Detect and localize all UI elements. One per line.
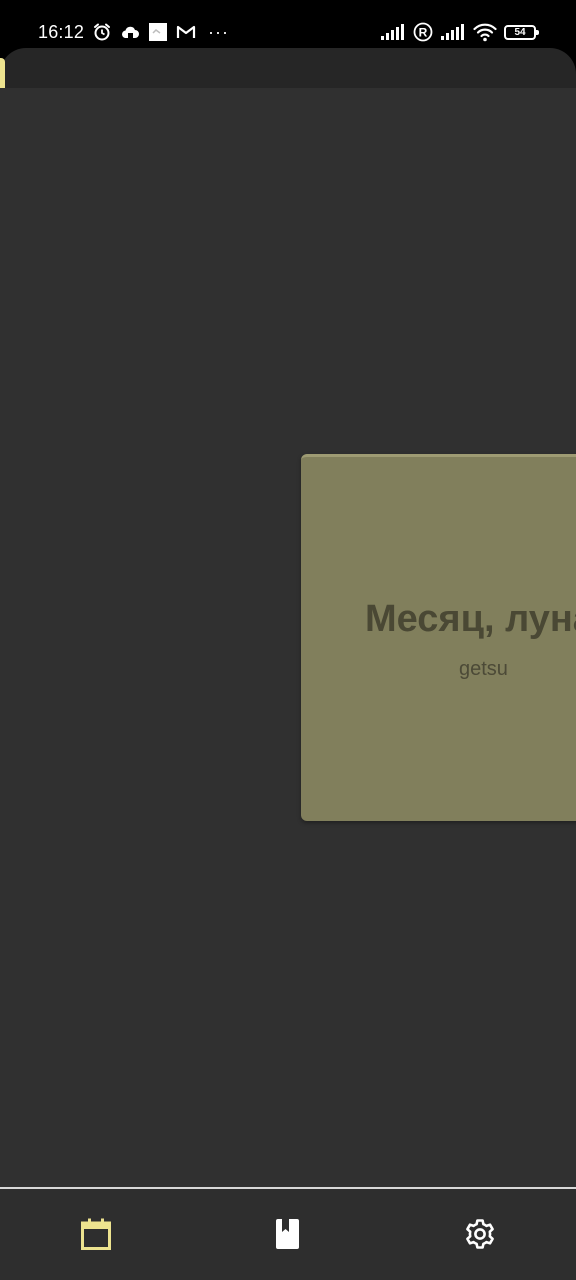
- nav-item-settings[interactable]: [384, 1189, 576, 1280]
- signal-icon: [440, 23, 466, 41]
- nav-item-calendar[interactable]: [0, 1189, 192, 1280]
- card-word: Месяц, луна: [365, 598, 576, 640]
- gear-icon: [464, 1218, 496, 1250]
- more-notifications-indicator: ···: [208, 22, 230, 42]
- bottom-navigation: [0, 1187, 576, 1280]
- wifi-icon: [473, 22, 497, 42]
- nav-item-book[interactable]: [192, 1189, 384, 1280]
- svg-text:R: R: [419, 26, 428, 40]
- previous-card-edge: [0, 58, 5, 88]
- gmail-icon: [176, 24, 196, 40]
- cloud-icon: [120, 24, 140, 40]
- flash-card[interactable]: Месяц, луна getsu: [301, 454, 576, 821]
- alarm-icon: [92, 22, 112, 42]
- status-bar-left: 16:12 ···: [38, 19, 229, 45]
- signal-icon: [380, 23, 406, 41]
- card-reading: getsu: [459, 658, 508, 680]
- roaming-icon: R: [413, 22, 433, 42]
- bookmark-book-icon: [275, 1218, 301, 1250]
- battery-icon: 54: [504, 24, 539, 40]
- calendar-icon: [80, 1217, 112, 1251]
- card-swipe-area[interactable]: Месяц, луна getsu: [0, 88, 576, 1187]
- image-notification-icon: [148, 22, 168, 42]
- clock-time: 16:12: [38, 21, 85, 42]
- status-bar-right: R 54: [380, 19, 539, 45]
